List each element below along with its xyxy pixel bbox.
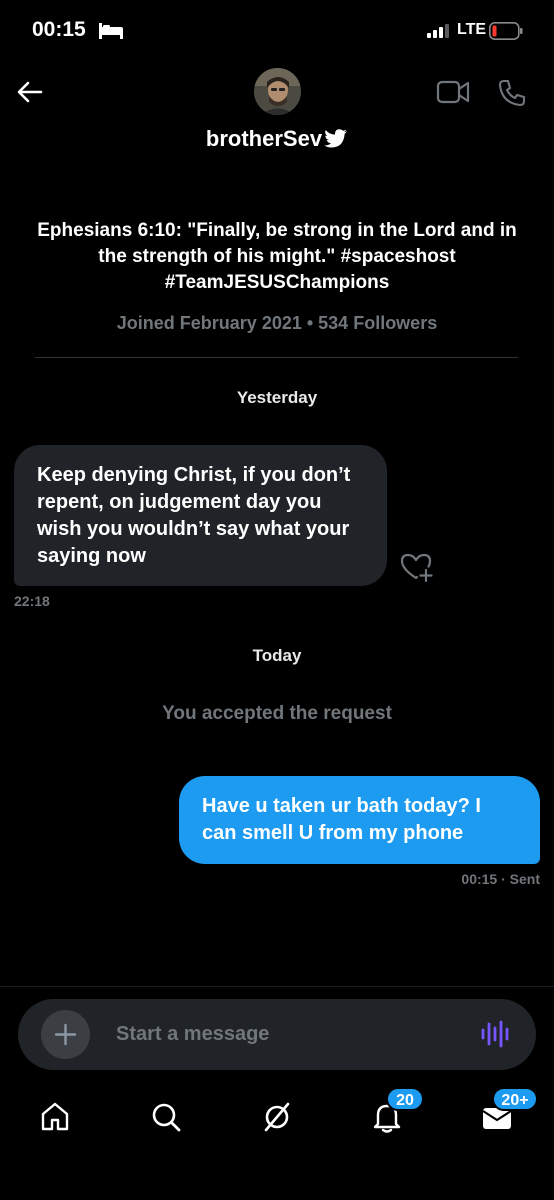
outgoing-message-bubble[interactable]: Have u taken ur bath today? I can smell … — [179, 776, 540, 864]
network-type: LTE — [457, 21, 487, 38]
home-icon — [41, 1102, 69, 1131]
tab-communities[interactable] — [260, 1100, 294, 1134]
tab-search[interactable] — [149, 1100, 183, 1134]
battery-icon — [489, 22, 523, 40]
message-composer — [18, 999, 536, 1070]
video-call-icon[interactable] — [436, 78, 470, 106]
day-separator-yesterday: Yesterday — [236, 388, 318, 407]
add-reaction-icon[interactable] — [400, 552, 433, 582]
search-icon — [152, 1103, 181, 1132]
username-heading[interactable]: brotherSev — [0, 126, 554, 152]
communities-icon — [264, 1102, 290, 1132]
avatar-photo — [254, 68, 301, 115]
incoming-message-bubble[interactable]: Keep denying Christ, if you don’t repent… — [14, 445, 387, 586]
username-text: brotherSev — [205, 126, 323, 151]
plus-icon — [54, 1023, 77, 1046]
avatar[interactable] — [254, 68, 301, 115]
divider — [35, 357, 518, 358]
status-bar: 00:15 LTE — [0, 0, 554, 62]
system-notice: You accepted the request — [162, 703, 392, 724]
add-media-button[interactable] — [41, 1010, 90, 1059]
voice-message-icon[interactable] — [480, 1019, 510, 1049]
verified-bird-icon — [324, 129, 348, 148]
profile-bio: Ephesians 6:10: "Finally, be strong in t… — [37, 220, 517, 293]
tab-messages[interactable]: 20+ — [480, 1087, 538, 1134]
messages-badge: 20+ — [492, 1087, 538, 1111]
tab-home[interactable] — [38, 1100, 72, 1134]
day-separator-today: Today — [252, 646, 302, 665]
sleep-focus-icon — [99, 23, 123, 39]
message-input[interactable] — [116, 1019, 456, 1049]
profile-meta: Joined February 2021 • 534 Followers — [116, 313, 438, 333]
status-time: 00:15 — [32, 18, 86, 41]
cellular-signal-icon — [427, 24, 449, 38]
outgoing-message-status: 00:15 · Sent — [461, 871, 540, 887]
back-arrow-icon[interactable] — [16, 78, 44, 106]
composer-divider — [0, 986, 554, 987]
incoming-message-time: 22:18 — [14, 593, 50, 609]
notifications-badge: 20 — [386, 1087, 424, 1111]
tab-notifications[interactable]: 20 — [370, 1087, 424, 1134]
phone-call-icon[interactable] — [497, 78, 527, 108]
